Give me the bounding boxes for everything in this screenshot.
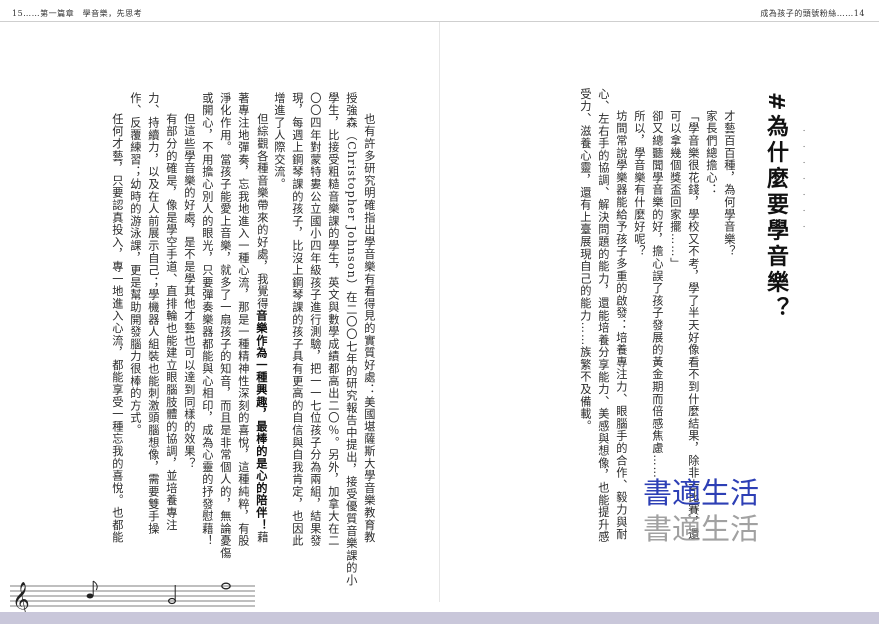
text-column-emphasis: 但綜觀各種音樂帶來的好處，我覺得音樂作為一種興趣，最棒的是心的陪伴！藉: [254, 113, 269, 544]
text-column: 或開心，不用擔心別人的眼光，只要彈奏樂器都能與心相印，成為心靈的抒發慰藉！: [200, 92, 214, 548]
text-column: 力、持續力，以及在人前展示自己；學機器人組裝也能刺激頭腦想像，需要雙手操: [146, 92, 160, 535]
text-column: 卻又總聽聞學音樂的好，擔心誤了孩子發展的黃金期而倍感焦慮……: [650, 110, 664, 479]
header-right-page: 成為孩子的頭號粉絲……14: [760, 9, 865, 18]
text-column: 〇〇四年對蒙特婁公立國小四年級孩子進行測驗，把一一七位孩子分為兩組，結果發: [308, 92, 322, 548]
text-column: 也有許多研究明確指出學音樂有看得見的實質好處：美國堪薩斯大學音樂教育教: [362, 113, 376, 544]
text-column: 才藝百百種，為何學音樂？: [722, 110, 736, 258]
text-column: 有部分的確是，像是學空手道、直排輪也能建立眼腦肢體的協調，並培養專注: [164, 113, 178, 532]
text-column: 學生，比接受粗糙音樂課的學生，英文與數學成績都高出二〇％。另外，加拿大在二: [326, 92, 340, 548]
text-column: 作、反覆練習；幼時的游泳課，更是幫助開發腦力很棒的方式。: [128, 92, 142, 437]
text-column: 可以拿幾個獎盃回家擺……」: [668, 110, 682, 270]
text-column: 現，每週上鋼琴課的孩子，比沒上鋼琴課的孩子具有更高的自信與自我肯定，也因此: [290, 92, 304, 548]
page-gutter: [439, 22, 440, 602]
text-column: 受力、滋養心靈，還有上臺展現自己的能力……族繁不及備載。: [578, 88, 592, 433]
book-spread: 15……第一篇章 學音樂，先思考 成為孩子的頭號粉絲……14 #為什麼要學音樂？…: [0, 0, 879, 624]
emphasis-text: 音樂作為一種興趣，最棒的是心的陪伴！: [254, 309, 269, 532]
footer-band: [0, 612, 879, 624]
section-heading: #為什麼要學音樂？: [763, 92, 788, 323]
text-column: 增進了人際交流。: [272, 92, 286, 191]
text-column: 心、左右手的協調、解決問題的能力，還能培養分享能力、美感與想像，也能提升感: [596, 88, 610, 544]
text-column: 但這些學音樂的好處，是不是學其他才藝也可以達到同樣的效果？: [182, 113, 196, 470]
text-column: 授強森（Christopher Johnson）在二〇〇七年的研究報告中提出，接…: [344, 92, 358, 587]
text-column: 所以，學音樂有什麼好呢？: [632, 110, 646, 258]
text-column: 淨化作用。當孩子能愛上音樂，就多了一扇孩子的知音，而且是非常個人的，無論憂傷: [218, 92, 232, 560]
text-column: 坊間常說學樂器能給予孩子多重的啟發：培養專注力、眼腦手的合作、毅力與耐: [614, 110, 628, 541]
heading-emphasis-dots: ˙˙˙˙˙˙˙: [794, 128, 805, 240]
svg-text:𝄞: 𝄞: [12, 582, 30, 612]
music-staff-icon: 𝄞: [10, 580, 255, 612]
watermark-secondary: 書適生活: [643, 512, 760, 546]
text-column: 著專注地彈奏，忘我地進入一種心流，那是一種精神性深刻的喜悅，這種純粹，有股: [236, 92, 250, 548]
text-column: 任何才藝，只要認真投入，專一地進入心流，都能享受一種忘我的喜悅。也都能: [110, 113, 124, 544]
text-column: 家長們總擔心：: [704, 110, 718, 197]
header-left-page: 15……第一篇章 學音樂，先思考: [12, 9, 143, 18]
